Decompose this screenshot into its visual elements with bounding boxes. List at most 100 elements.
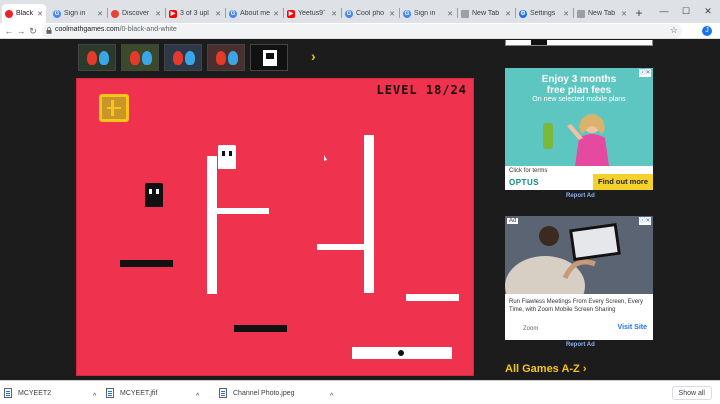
close-window-button[interactable]: ✕ <box>698 4 718 18</box>
chevron-right-icon[interactable]: › <box>311 48 316 64</box>
ad-photo <box>505 216 653 294</box>
tab-about-me[interactable]: G About me ✕ <box>226 4 282 23</box>
youtube-icon: ▶ <box>169 9 177 18</box>
ad-choices-icon[interactable]: ⓘ✕ <box>639 217 651 225</box>
page-content: › LEVEL 18/24 ⓘ✕ Enjoy 3 months free pla… <box>0 40 720 380</box>
close-icon[interactable]: ✕ <box>97 10 103 18</box>
download-item[interactable]: MCYEET2 <box>4 385 104 401</box>
close-icon[interactable]: ✕ <box>215 10 221 18</box>
close-icon[interactable]: ✕ <box>563 10 569 18</box>
white-platform <box>406 294 459 301</box>
new-tab-button[interactable]: + <box>632 6 646 20</box>
all-games-link[interactable]: All Games A-Z › <box>505 363 587 375</box>
game-thumbnail[interactable] <box>207 44 245 71</box>
woman-image <box>567 114 609 166</box>
ad-headline-line2: free plan fees <box>546 85 612 96</box>
lock-icon <box>46 27 52 34</box>
url-path: /0-black-and-white <box>119 26 177 33</box>
close-icon[interactable]: ✕ <box>447 10 453 18</box>
zoom-ad[interactable]: Ad ⓘ✕ Run Flawless Meetings From Every S… <box>505 216 653 340</box>
close-icon[interactable]: ✕ <box>273 10 279 18</box>
tab-new-tab-2[interactable]: New Tab ✕ <box>574 4 630 23</box>
address-bar[interactable]: coolmathgames.com/0-black-and-white ☆ <box>42 24 682 38</box>
tab-label: Sign in <box>414 10 436 17</box>
download-filename: MCYEET.jfif <box>120 389 158 397</box>
ad-banner-top[interactable] <box>505 40 653 46</box>
tab-cool-photo[interactable]: G Cool pho ✕ <box>342 4 398 23</box>
visit-site-button[interactable]: Visit Site <box>618 324 647 331</box>
tab-new-tab[interactable]: New Tab ✕ <box>458 4 514 23</box>
download-item[interactable]: Channel Photo.jpeg <box>219 385 329 401</box>
youtube-studio-icon <box>111 9 119 18</box>
close-icon[interactable]: ✕ <box>37 10 43 18</box>
tab-uploads[interactable]: ▶ 3 of 3 upl ✕ <box>166 4 224 23</box>
tab-strip: Black ✕ G Sign in ✕ Discover ✕ ▶ 3 of 3 … <box>0 0 720 23</box>
click-for-terms[interactable]: Click for terms <box>509 168 547 174</box>
game-thumbnail[interactable] <box>164 44 202 71</box>
show-all-button[interactable]: Show all <box>671 386 712 400</box>
close-icon[interactable]: ✕ <box>505 10 511 18</box>
download-item[interactable]: MCYEET.jfif <box>106 385 206 401</box>
close-icon[interactable]: ✕ <box>389 10 395 18</box>
close-icon[interactable]: ✕ <box>331 10 337 18</box>
page-icon <box>577 9 585 18</box>
white-wall <box>364 135 374 293</box>
black-platform <box>120 260 173 267</box>
chevron-up-icon[interactable]: ^ <box>330 388 333 404</box>
mouse-cursor <box>324 155 327 161</box>
tab-label: New Tab <box>588 10 616 17</box>
tab-label: New Tab <box>472 10 500 17</box>
zoom-brand: Zoom <box>523 326 539 332</box>
tablet-image <box>569 222 621 262</box>
minimize-button[interactable]: — <box>654 4 674 18</box>
coolmath-icon <box>5 9 13 18</box>
game-thumbnail[interactable] <box>78 44 116 71</box>
tab-label: Cool pho <box>356 10 385 17</box>
download-filename: Channel Photo.jpeg <box>233 389 295 397</box>
close-icon[interactable]: ✕ <box>155 10 161 18</box>
browser-toolbar: ← → ↻ coolmathgames.com/0-black-and-whit… <box>0 23 720 39</box>
report-ad-link[interactable]: Report Ad <box>566 342 595 348</box>
google-icon: G <box>229 9 237 18</box>
bottle-image <box>543 123 553 149</box>
game-canvas[interactable]: LEVEL 18/24 <box>76 78 474 376</box>
url-text: coolmathgames.com/0-black-and-white <box>55 26 177 33</box>
download-bar: MCYEET2 ^ MCYEET.jfif ^ Channel Photo.jp… <box>0 380 720 404</box>
maximize-button[interactable]: ☐ <box>676 4 696 18</box>
tab-label: Discover <box>122 10 150 17</box>
tab-sign-in-2[interactable]: G Sign in ✕ <box>400 4 456 23</box>
ad-headline: Enjoy 3 months free plan fees <box>505 74 653 96</box>
tab-discover[interactable]: Discover ✕ <box>108 4 164 23</box>
white-platform <box>207 208 269 214</box>
tab-label: 3 of 3 upl <box>180 10 209 17</box>
game-thumbnail[interactable] <box>121 44 159 71</box>
tab-yeetus[interactable]: ▶ Yeetus9̃ ✕ <box>284 4 340 23</box>
menu-door-icon[interactable] <box>99 94 129 122</box>
tab-label: Black <box>16 10 34 17</box>
tab-sign-in[interactable]: G Sign in ✕ <box>50 4 106 23</box>
optus-ad[interactable]: ⓘ✕ Enjoy 3 months free plan fees On new … <box>505 68 653 190</box>
tab-black[interactable]: Black ✕ <box>2 4 46 23</box>
profile-avatar[interactable]: J <box>702 26 712 36</box>
close-icon[interactable]: ✕ <box>621 10 627 18</box>
url-host: coolmathgames.com <box>55 26 120 33</box>
bookmark-star-icon[interactable]: ☆ <box>670 25 678 36</box>
tab-label: About me <box>240 10 270 17</box>
white-player-character <box>218 145 236 169</box>
reload-button[interactable]: ↻ <box>26 24 40 38</box>
black-platform <box>234 325 287 332</box>
find-out-more-button[interactable]: Find out more <box>593 174 653 190</box>
level-indicator: LEVEL 18/24 <box>376 83 467 97</box>
ad-subline: On new selected mobile plans <box>532 96 626 103</box>
google-icon: G <box>345 9 353 18</box>
file-icon <box>4 388 12 398</box>
report-ad-link[interactable]: Report Ad <box>566 193 595 199</box>
goal-dot <box>398 350 404 356</box>
tab-settings[interactable]: ⚙ Settings ✕ <box>516 4 572 23</box>
file-icon <box>219 388 227 398</box>
browser-window: Black ✕ G Sign in ✕ Discover ✕ ▶ 3 of 3 … <box>0 0 720 404</box>
chevron-up-icon[interactable]: ^ <box>196 388 199 404</box>
chevron-up-icon[interactable]: ^ <box>93 388 96 404</box>
black-player-character <box>145 183 163 207</box>
game-thumbnail[interactable] <box>250 44 288 71</box>
